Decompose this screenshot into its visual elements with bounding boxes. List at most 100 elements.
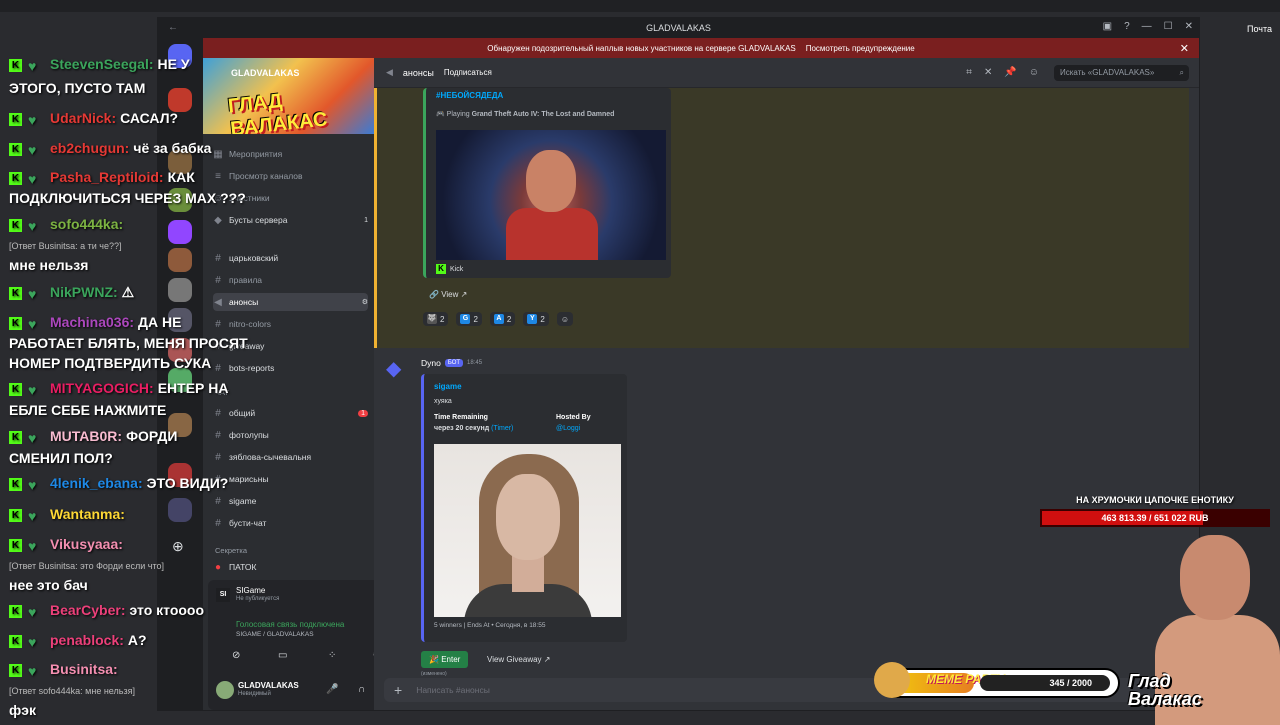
heart-badge-icon: ♥ xyxy=(28,604,37,621)
heart-badge-icon: ♥ xyxy=(28,477,37,494)
chat-text: ЕНТЕР НА xyxy=(157,380,229,396)
heart-badge-icon: ♥ xyxy=(28,171,37,188)
threads-icon[interactable]: ⌗ xyxy=(966,67,972,78)
chat-message: ПОДКЛЮЧИТЬСЯ ЧЕРЕЗ MAX ??? xyxy=(9,190,246,206)
add-reaction-icon[interactable]: ☺ xyxy=(556,312,573,326)
chat-message: K ♥ Businitsa: xyxy=(9,661,122,679)
kick-badge-icon: K xyxy=(9,477,22,491)
giveaway-title[interactable]: sigame xyxy=(434,382,462,391)
reaction-count: 2 xyxy=(473,314,478,324)
pin-icon[interactable]: 📌 xyxy=(1004,67,1016,78)
time-value: через 20 секунд xyxy=(434,425,490,432)
chat-message: фэк xyxy=(9,702,36,718)
help-icon[interactable]: ? xyxy=(1124,21,1130,32)
reaction[interactable]: 🐺 2 xyxy=(423,312,449,326)
chat-text: А? xyxy=(127,632,147,648)
chat-text: СМЕНИЛ ПОЛ? xyxy=(9,450,113,466)
timestamp: 18:45 xyxy=(467,360,483,366)
minimize-icon[interactable]: — xyxy=(1142,21,1152,32)
reaction-count: 2 xyxy=(440,314,445,324)
donation-goal: НА ХРУМОЧКИ ЦАПОЧКЕ ЕНОТИКУ 463 813.39 /… xyxy=(1040,495,1270,527)
chat-text: ФОРДИ xyxy=(126,428,178,444)
headphones-icon[interactable]: ∩ xyxy=(358,684,365,695)
doge-icon xyxy=(874,662,910,698)
enter-button[interactable]: 🎉 Enter xyxy=(421,651,469,668)
thumb-face xyxy=(526,150,576,212)
bot-badge: БОТ xyxy=(444,359,464,367)
activities-icon[interactable]: ⁘ xyxy=(328,650,336,661)
notice-link[interactable]: Посмотреть предупреждение xyxy=(806,44,915,53)
kick-badge-icon: K xyxy=(9,286,22,300)
logo-line-2: Валакас xyxy=(1128,689,1202,709)
chat-text: ЭТОГО, ПУСТО ТАМ xyxy=(9,80,146,96)
reaction-count: 2 xyxy=(506,314,512,324)
chat-text: КАК xyxy=(167,169,195,185)
reaction[interactable]: G2 xyxy=(456,312,482,326)
notice-close-icon[interactable]: ✕ xyxy=(1180,42,1189,55)
timer-link[interactable]: (Timer) xyxy=(491,425,513,432)
author-name[interactable]: Dyno xyxy=(421,358,441,368)
stream-embed: #НЕБОЙСЯДЕДА 🎮 Playing Grand Theft Auto … xyxy=(423,88,671,278)
chat-message: K ♥ Vikusyaaa: xyxy=(9,536,127,555)
kick-badge-icon: K xyxy=(9,112,22,126)
view-label: View xyxy=(441,290,459,299)
view-giveaway-button[interactable]: View Giveaway ↗ xyxy=(481,651,556,668)
reaction[interactable]: Y2 xyxy=(523,312,549,326)
heart-badge-icon: ♥ xyxy=(28,316,37,333)
chat-username: SteevenSeegal: xyxy=(50,56,154,72)
chat-username: MITYAGOGICH: xyxy=(50,380,154,396)
streamer-head xyxy=(1180,535,1250,620)
donation-bar: 463 813.39 / 651 022 RUB xyxy=(1040,509,1270,527)
chat-message: K ♥ Wantanma: xyxy=(9,506,129,524)
playing-line: 🎮 Playing Grand Theft Auto IV: The Lost … xyxy=(436,111,615,118)
chat-text: ПОДКЛЮЧИТЬСЯ ЧЕРЕЗ MAX ??? xyxy=(9,190,246,206)
chat-username: UdarNick: xyxy=(50,110,117,126)
follow-button[interactable]: Подписаться xyxy=(444,68,492,77)
chat-message: K ♥ Pasha_Reptiloid: КАК xyxy=(9,169,195,188)
stream-chat-overlay: K ♥ SteevenSeegal: НЕ У ЭТОГО, ПУСТО ТАМ K ♥ Ud… xyxy=(0,52,260,720)
kick-badge-icon: K xyxy=(9,663,22,677)
stream-thumbnail[interactable] xyxy=(436,130,666,260)
chat-message: K ♥ sofo444ka: xyxy=(9,216,127,234)
chat-text: нее это бач xyxy=(9,577,88,593)
composer-placeholder: Написать #анонсы xyxy=(416,685,490,695)
title-bar: ← GLADVALAKAS ▣? — ☐ ✕ xyxy=(158,18,1199,38)
back-arrow-icon[interactable]: ← xyxy=(168,22,178,33)
channel-header: ◀ анонсы Подписаться ⌗ ✕ 📌 ☺ Искать «GLADVA… xyxy=(374,58,1199,88)
chat-text: фэк xyxy=(9,702,36,718)
reaction-icon: G xyxy=(460,314,471,324)
chat-message: K ♥ eb2chugun: чё за бабка xyxy=(9,140,211,158)
chat-text: это ктоооо xyxy=(129,602,205,618)
maximize-icon[interactable]: ☐ xyxy=(1164,21,1173,32)
close-icon[interactable]: ✕ xyxy=(1185,21,1193,32)
mail-label[interactable]: Почта xyxy=(1247,24,1272,34)
meme-party-bar: MEME PARTY 345 / 2000 xyxy=(874,662,1120,698)
members-list-icon[interactable]: ☺ xyxy=(1029,67,1039,78)
meme-progress: 345 / 2000 xyxy=(980,675,1110,691)
search-input[interactable]: Искать «GLADVALAKAS» ⌕ xyxy=(1054,65,1189,81)
dyno-avatar-icon[interactable]: ◆ xyxy=(386,358,408,380)
thumb-shirt xyxy=(506,208,598,260)
mute-bell-icon[interactable]: ✕ xyxy=(984,67,992,78)
chat-username: eb2chugun: xyxy=(50,140,130,156)
host-mention[interactable]: @Loggi xyxy=(556,425,580,432)
chat-message: K ♥ 4lenik_ebana: ЭТО ВИДИ? xyxy=(9,475,228,494)
heart-badge-icon: ♥ xyxy=(28,538,37,555)
reaction[interactable]: A2 xyxy=(489,312,516,326)
giveaway-embed: sigame хуяка Time Remaining через 20 сек… xyxy=(421,374,627,642)
channel-settings-icon[interactable]: ⚙ xyxy=(362,298,368,306)
screen-share-icon[interactable]: ▭ xyxy=(278,650,287,661)
chat-username: Wantanma: xyxy=(50,506,125,522)
heart-badge-icon: ♥ xyxy=(28,286,37,303)
chat-message: K ♥ BearCyber: это ктоооо xyxy=(9,602,205,621)
giveaway-image[interactable] xyxy=(434,444,621,617)
mic-icon[interactable]: 🎤 xyxy=(326,684,338,695)
view-button[interactable]: 🔗 View ↗ xyxy=(429,290,467,299)
chat-message: K ♥ NikPWNZ: ⚠ xyxy=(9,284,134,303)
window-title: GLADVALAKAS xyxy=(646,23,711,33)
heart-badge-icon: ♥ xyxy=(28,112,37,129)
embed-tag[interactable]: #НЕБОЙСЯДЕДА xyxy=(436,91,503,100)
reaction-icon: A xyxy=(493,314,504,324)
inbox-icon[interactable]: ▣ xyxy=(1103,21,1112,32)
plus-icon[interactable]: + xyxy=(394,682,402,698)
